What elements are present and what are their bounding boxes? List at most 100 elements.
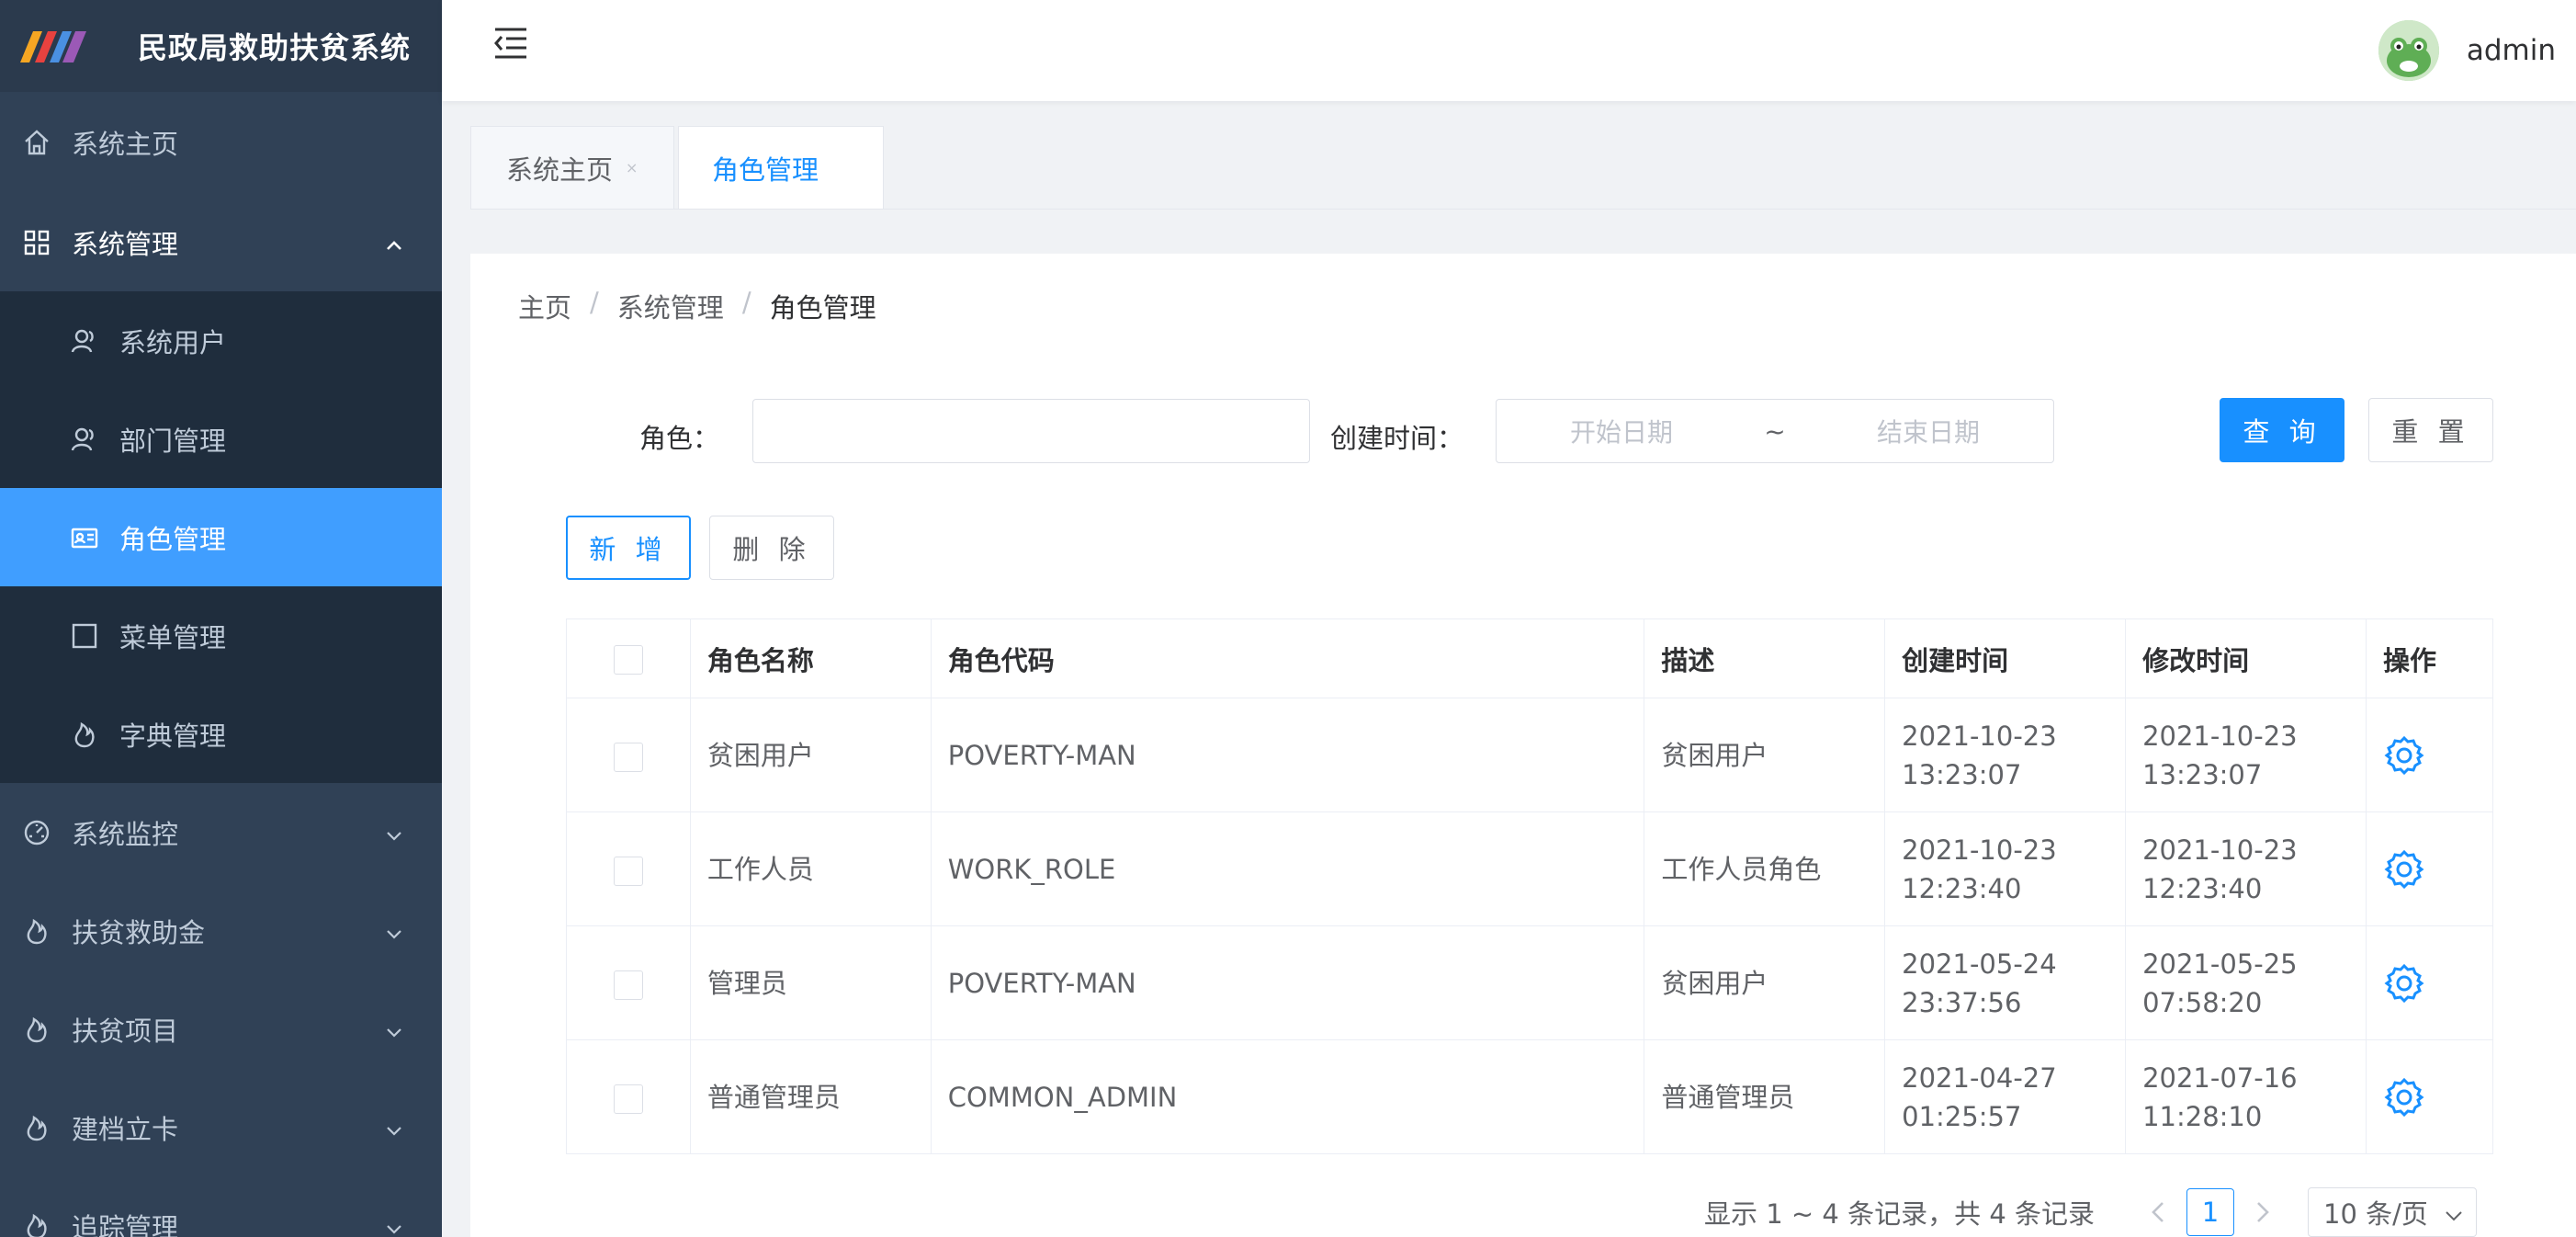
fire-icon — [68, 718, 101, 751]
top-header: admin — [442, 0, 2576, 101]
tab-label: 角色管理 — [712, 153, 819, 186]
cell-created-time: 2021-10-23 12:23:40 — [1884, 811, 2127, 926]
cell-role-name: 工作人员 — [689, 811, 932, 926]
cell-modified-time: 2021-05-25 07:58:20 — [2125, 925, 2367, 1040]
username[interactable]: admin — [2467, 34, 2556, 67]
sidebar-item-dictionary[interactable]: 字典管理 — [0, 685, 442, 783]
menu-fold-icon[interactable] — [491, 24, 530, 62]
chevron-down-icon — [2446, 1211, 2462, 1221]
date-range-picker[interactable]: 开始日期 ~ 结束日期 — [1496, 399, 2054, 463]
created-date: 2021-04-27 — [1902, 1061, 2057, 1094]
cell-created-time: 2021-05-24 23:37:56 — [1884, 925, 2127, 1040]
cell-created-time: 2021-10-23 13:23:07 — [1884, 698, 2127, 812]
modified-date: 2021-10-23 — [2142, 834, 2298, 866]
chevron-left-icon[interactable] — [2142, 1196, 2175, 1229]
tab-bar: 系统主页 × 角色管理 — [470, 126, 887, 210]
sidebar-item-filing[interactable]: 建档立卡 — [0, 1078, 442, 1176]
logo-mark-icon — [20, 31, 86, 62]
sidebar-item-label: 部门管理 — [119, 425, 227, 457]
select-all-checkbox[interactable] — [613, 645, 643, 675]
sidebar-item-label: 追踪管理 — [72, 1211, 179, 1237]
square-icon — [68, 619, 101, 653]
sidebar-item-system-monitor[interactable]: 系统监控 — [0, 783, 442, 881]
cell-actions — [2366, 698, 2493, 812]
table-header-row: 角色名称 角色代码 描述 创建时间 修改时间 操作 — [566, 618, 2493, 698]
sidebar-item-poverty-fund[interactable]: 扶贫救助金 — [0, 881, 442, 980]
delete-button[interactable]: 删 除 — [709, 516, 834, 580]
column-header: 操作 — [2366, 618, 2493, 698]
cell-role-code: WORK_ROLE — [930, 811, 1645, 926]
user-menu[interactable]: admin — [2378, 20, 2556, 81]
sidebar-item-department[interactable]: 部门管理 — [0, 390, 442, 488]
sidebar: 民政局救助扶贫系统 系统主页 系统管理 系统用户 部门管理 角色管理 菜单管理 … — [0, 0, 442, 1237]
breadcrumb-item-home[interactable]: 主页 — [518, 287, 571, 325]
sidebar-item-system-users[interactable]: 系统用户 — [0, 291, 442, 390]
sidebar-item-system-management[interactable]: 系统管理 — [0, 193, 442, 291]
row-select-cell — [566, 698, 691, 812]
gear-icon[interactable] — [2383, 848, 2425, 891]
modified-date: 2021-07-16 — [2142, 1061, 2298, 1094]
page-number-current[interactable]: 1 — [2186, 1188, 2234, 1236]
sidebar-item-label: 扶贫救助金 — [72, 916, 206, 948]
modified-date: 2021-05-25 — [2142, 948, 2298, 980]
reset-button[interactable]: 重 置 — [2368, 398, 2493, 462]
fire-icon — [20, 1111, 53, 1144]
breadcrumb-separator: / — [590, 287, 599, 318]
sidebar-item-role-management[interactable]: 角色管理 — [0, 488, 442, 586]
row-checkbox[interactable] — [613, 970, 643, 1000]
row-checkbox[interactable] — [613, 742, 643, 772]
created-clock: 12:23:40 — [1902, 872, 2022, 904]
grid-icon — [20, 226, 53, 259]
dashboard-icon — [20, 816, 53, 849]
created-clock: 23:37:56 — [1902, 986, 2022, 1018]
modified-date: 2021-10-23 — [2142, 720, 2298, 752]
chevron-down-icon — [383, 1215, 405, 1237]
chevron-up-icon — [383, 232, 405, 254]
row-checkbox[interactable] — [613, 1084, 643, 1114]
pagination-summary: 显示 1 ~ 4 条记录，共 4 条记录 — [1704, 1198, 2095, 1230]
sidebar-item-home[interactable]: 系统主页 — [0, 92, 442, 193]
tab-home[interactable]: 系统主页 × — [470, 126, 675, 210]
cell-role-code: POVERTY-MAN — [930, 698, 1645, 812]
gear-icon[interactable] — [2383, 962, 2425, 1004]
fire-icon — [20, 914, 53, 948]
table-row: 管理员 POVERTY-MAN 贫困用户 2021-05-24 23:37:56 … — [566, 925, 2493, 1040]
chevron-down-icon — [383, 1018, 405, 1040]
sidebar-item-poverty-project[interactable]: 扶贫项目 — [0, 980, 442, 1078]
logo[interactable]: 民政局救助扶贫系统 — [0, 0, 442, 92]
query-button[interactable]: 查 询 — [2220, 398, 2344, 462]
cell-description: 贫困用户 — [1644, 925, 1886, 1040]
avatar[interactable] — [2378, 20, 2439, 81]
sidebar-item-menu-management[interactable]: 菜单管理 — [0, 586, 442, 685]
add-button[interactable]: 新 增 — [566, 516, 691, 580]
table-row: 工作人员 WORK_ROLE 工作人员角色 2021-10-23 12:23:40… — [566, 811, 2493, 926]
breadcrumb: 主页 / 系统管理 / 角色管理 — [518, 287, 876, 325]
main-card: 主页 / 系统管理 / 角色管理 角色： 创建时间： 开始日期 ~ 结束日期 查… — [470, 254, 2576, 1237]
sidebar-item-tracking[interactable]: 追踪管理 — [0, 1176, 442, 1237]
breadcrumb-item-current: 角色管理 — [769, 292, 876, 323]
tab-role-management[interactable]: 角色管理 — [678, 126, 885, 210]
gear-icon[interactable] — [2383, 734, 2425, 777]
cell-created-time: 2021-04-27 01:25:57 — [1884, 1039, 2127, 1154]
page-size-select[interactable]: 10 条/页 — [2308, 1187, 2477, 1237]
sidebar-item-label: 菜单管理 — [119, 621, 227, 653]
fire-icon — [20, 1013, 53, 1046]
close-icon[interactable]: × — [626, 160, 638, 175]
cell-role-code: COMMON_ADMIN — [930, 1039, 1645, 1154]
chevron-right-icon[interactable] — [2245, 1196, 2278, 1229]
created-date: 2021-10-23 — [1902, 834, 2057, 866]
end-date-input[interactable]: 结束日期 — [1877, 413, 1980, 449]
table-row: 贫困用户 POVERTY-MAN 贫困用户 2021-10-23 13:23:07… — [566, 698, 2493, 812]
cell-role-name: 管理员 — [689, 925, 932, 1040]
cell-description: 工作人员角色 — [1644, 811, 1886, 926]
tab-divider — [470, 209, 2576, 210]
role-input[interactable] — [752, 399, 1310, 463]
breadcrumb-separator: / — [741, 287, 751, 318]
id-card-icon — [68, 521, 101, 554]
column-header: 修改时间 — [2125, 618, 2367, 698]
row-checkbox[interactable] — [613, 856, 643, 886]
breadcrumb-item-system[interactable]: 系统管理 — [617, 287, 724, 325]
gear-icon[interactable] — [2383, 1076, 2425, 1118]
start-date-input[interactable]: 开始日期 — [1570, 413, 1673, 449]
sidebar-item-label: 系统监控 — [72, 818, 179, 850]
